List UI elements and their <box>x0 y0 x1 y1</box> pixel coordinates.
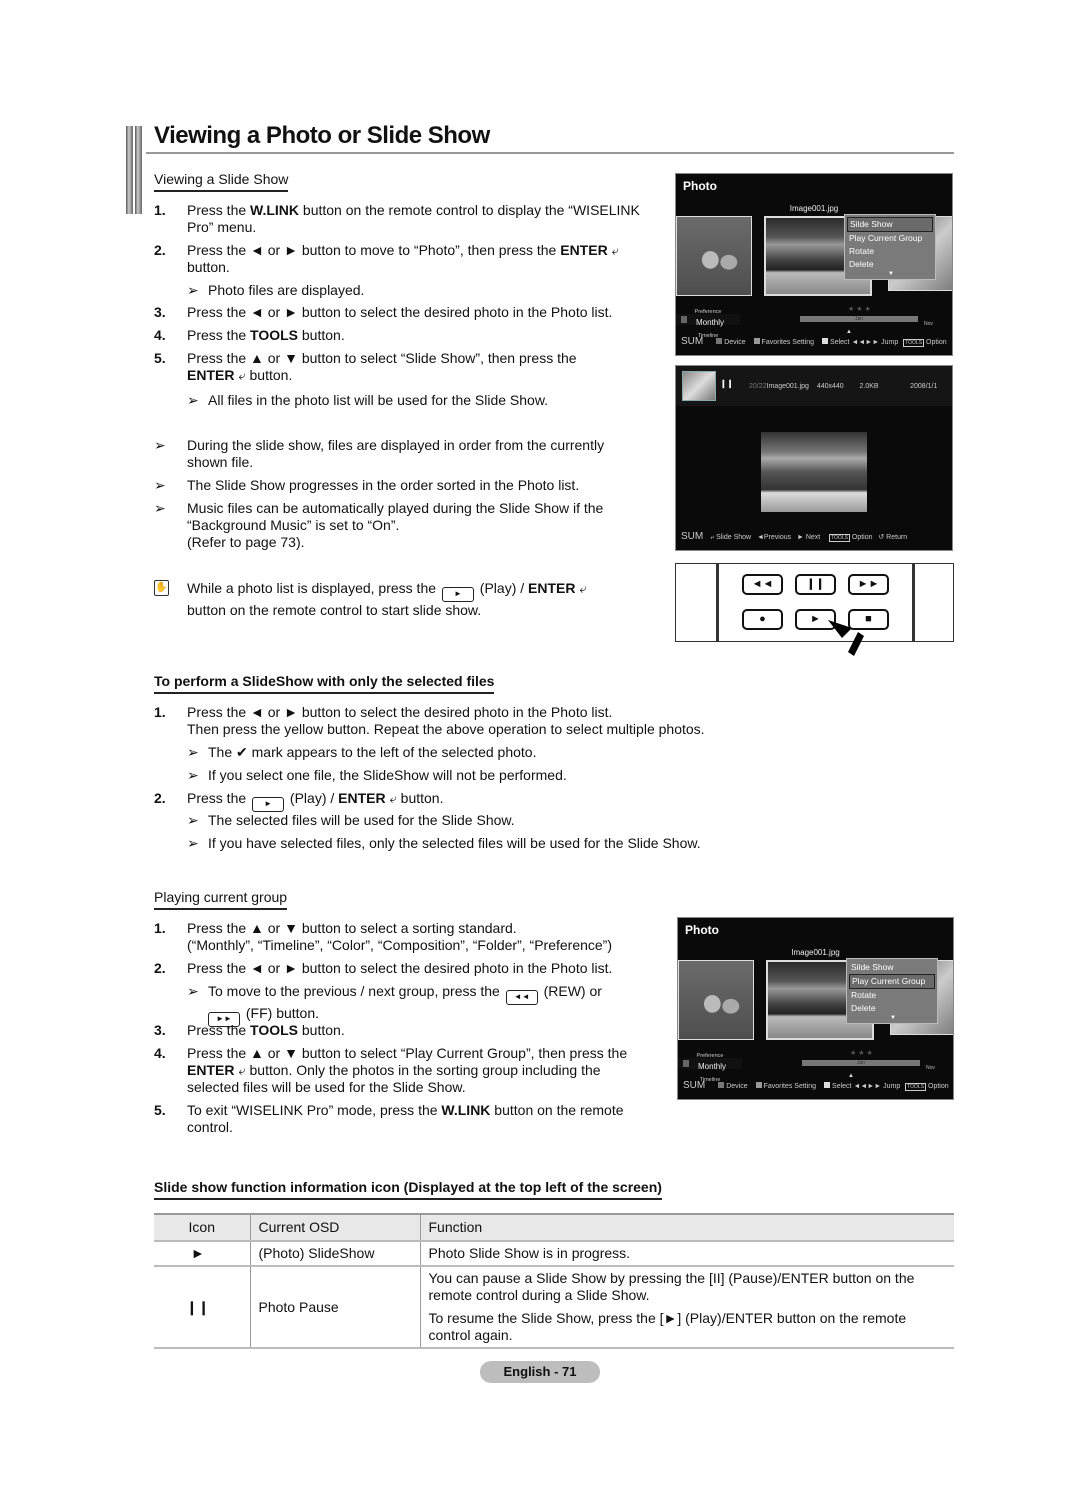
title-rule <box>146 152 954 154</box>
tv-screen-play-current-group: Photo Image001.jpg Silde Show Play Curre… <box>677 917 954 1100</box>
tools-menu: Silde Show Play Current Group Rotate Del… <box>846 958 938 1024</box>
timeline-end-label: Nov <box>926 1065 935 1071</box>
osd-footer: SUM ⤶ Slide Show ◄Previous ► Next TOOLS … <box>681 531 908 542</box>
note: ➢ All files in the photo list will be use… <box>187 392 549 408</box>
tv-screen-slideshow: ❙❙ 20/22Image001.jpg 440x440 2.0KB 2008/… <box>675 365 953 551</box>
step-4: 4. Press the TOOLS button. <box>154 327 345 343</box>
section-heading-selected-files: To perform a SlideShow with only the sel… <box>154 673 495 694</box>
green-button-icon <box>753 338 760 344</box>
rew-key-icon: ◄◄ <box>505 990 538 1005</box>
photo-thumbnail-sheep[interactable] <box>678 960 754 1040</box>
menu-item-play-current-group[interactable]: Play Current Group <box>849 974 935 989</box>
menu-item-slide-show[interactable]: Silde Show <box>849 961 935 974</box>
slideshow-info: 20/22Image001.jpg 440x440 2.0KB 2008/1/1 <box>749 383 938 390</box>
arrow-icon: ➢ <box>154 437 166 453</box>
note: ➢ The selected files will be used for the… <box>187 812 515 828</box>
play-key-icon: ► <box>441 587 474 602</box>
green-button-icon <box>755 1082 762 1088</box>
step-4: 4. Press the ▲ or ▼ button to select “Pl… <box>154 1045 628 1095</box>
menu-item-slide-show[interactable]: Silde Show <box>847 217 933 232</box>
arrow-icon: ➢ <box>187 835 199 851</box>
note: ➢ If you select one file, the SlideShow w… <box>187 767 567 783</box>
record-button[interactable]: ● <box>742 609 783 630</box>
timeline-end-label: Nov <box>924 321 933 327</box>
arrow-icon: ➢ <box>187 812 199 828</box>
enter-icon: ⤶ <box>389 791 397 806</box>
arrow-icon: ➢ <box>154 477 166 493</box>
step-5: 5. To exit “WISELINK Pro” mode, press th… <box>154 1102 624 1135</box>
slideshow-photo <box>761 432 867 512</box>
step-1: 1. Press the ▲ or ▼ button to select a s… <box>154 920 613 953</box>
ff-button[interactable]: ►► <box>848 574 889 595</box>
pause-icon: ❙❙ <box>154 1266 250 1349</box>
step-1: 1. Press the W.LINK button on the remote… <box>154 202 640 235</box>
yellow-button-icon <box>822 338 829 344</box>
note: ➢ The Slide Show progresses in the order … <box>154 477 580 493</box>
page-number-badge: English - 71 <box>480 1361 600 1383</box>
table-header-row: Icon Current OSD Function <box>154 1213 954 1242</box>
note: ➢ During the slide show, files are displa… <box>154 437 605 470</box>
play-key-icon: ► <box>252 797 285 812</box>
step-2: 2. Press the ◄ or ► button to select the… <box>154 960 613 976</box>
note: ➢ Music files can be automatically played… <box>154 500 604 550</box>
red-button-icon <box>716 338 723 344</box>
menu-item-play-current-group[interactable]: Play Current Group <box>847 232 933 245</box>
memo-icon: ✋ <box>154 580 169 596</box>
osd-header: Photo <box>685 923 719 937</box>
section-heading-viewing-slide-show: Viewing a Slide Show <box>154 171 289 192</box>
play-icon: ► <box>154 1241 250 1267</box>
red-button-icon <box>718 1082 725 1088</box>
enter-icon: ⤶ <box>579 581 587 596</box>
memo-note: ✋ While a photo list is displayed, press… <box>154 580 587 618</box>
enter-icon: ⤶ <box>710 534 715 541</box>
enter-icon: ⤶ <box>238 1063 246 1078</box>
step-3: 3. Press the TOOLS button. <box>154 1022 345 1038</box>
scroll-down-icon[interactable]: ▼ <box>847 271 933 277</box>
function-icon-table: Icon Current OSD Function ► (Photo) Slid… <box>154 1213 954 1349</box>
rew-button[interactable]: ◄◄ <box>742 574 783 595</box>
note: ➢ The ✔ mark appears to the left of the s… <box>187 744 537 760</box>
tools-menu: Silde Show Play Current Group Rotate Del… <box>844 214 936 280</box>
step-5: 5. Press the ▲ or ▼ button to select “Sl… <box>154 350 577 383</box>
menu-item-delete[interactable]: Delete <box>847 258 933 271</box>
step-3: 3. Press the ◄ or ► button to select the… <box>154 304 613 320</box>
arrow-icon: ➢ <box>187 767 199 783</box>
arrow-icon: ➢ <box>187 983 199 999</box>
menu-item-rotate[interactable]: Rotate <box>847 245 933 258</box>
photo-slideshow-icon <box>682 371 716 401</box>
note: ➢ If you have selected files, only the se… <box>187 835 701 851</box>
remote-control-illustration: ◄◄ ❙❙ ►► ● ► ■ <box>675 563 954 642</box>
timeline-bar[interactable]: Jan <box>800 316 918 322</box>
photo-thumbnail-sheep[interactable] <box>676 216 752 296</box>
menu-item-delete[interactable]: Delete <box>849 1002 935 1015</box>
tv-screen-photo-menu: Photo Image001.jpg Silde Show Play Curre… <box>675 173 953 356</box>
enter-icon: ⤶ <box>611 243 619 258</box>
timeline-bar[interactable]: Jan <box>802 1060 920 1066</box>
yellow-button-icon <box>824 1082 831 1088</box>
enter-icon: ⤶ <box>238 368 246 383</box>
arrow-icon: ➢ <box>154 500 166 516</box>
arrow-icon: ➢ <box>187 392 199 408</box>
table-row: ► (Photo) SlideShow Photo Slide Show is … <box>154 1241 954 1267</box>
note: ➢ To move to the previous / next group, … <box>187 983 647 1027</box>
section-heading-playing-current-group: Playing current group <box>154 889 288 910</box>
osd-header: Photo <box>683 179 717 193</box>
osd-footer: SUM Device Favorites Setting Select ◄◄►►… <box>683 1080 949 1091</box>
osd-footer: SUM Device Favorites Setting Select ◄◄►►… <box>681 336 947 347</box>
note: ➢ Photo files are displayed. <box>187 282 365 298</box>
pause-icon: ❙❙ <box>720 379 734 388</box>
menu-item-rotate[interactable]: Rotate <box>849 989 935 1002</box>
step-1: 1. Press the ◄ or ► button to select the… <box>154 704 705 737</box>
pointer-arrow-icon <box>828 620 864 656</box>
decorative-side-bars <box>126 126 146 214</box>
step-2: 2. Press the ◄ or ► button to move to “P… <box>154 242 619 275</box>
pause-button[interactable]: ❙❙ <box>795 574 836 595</box>
section-heading-info-icon: Slide show function information icon (Di… <box>154 1179 662 1200</box>
page-title: Viewing a Photo or Slide Show <box>154 122 490 149</box>
arrow-icon: ➢ <box>187 282 199 298</box>
table-row: ❙❙ Photo Pause You can pause a Slide Sho… <box>154 1266 954 1349</box>
step-2: 2. Press the ► (Play) / ENTER ⤶ button. <box>154 790 654 812</box>
arrow-icon: ➢ <box>187 744 199 760</box>
scroll-down-icon[interactable]: ▼ <box>849 1015 935 1021</box>
